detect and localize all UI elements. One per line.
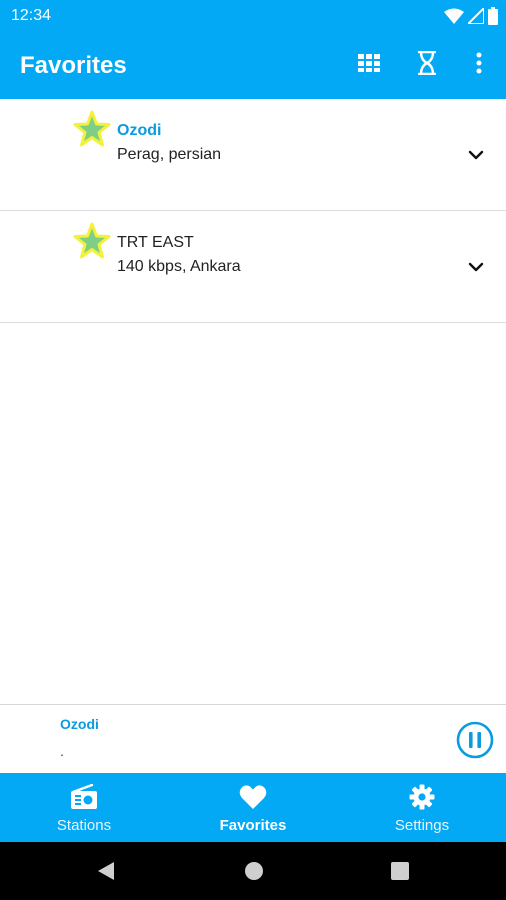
pause-icon xyxy=(456,721,494,759)
pause-button[interactable] xyxy=(456,721,494,759)
back-icon[interactable] xyxy=(94,859,118,883)
signal-icon xyxy=(468,8,484,24)
grid-view-button[interactable] xyxy=(354,50,384,80)
status-icons xyxy=(444,6,498,26)
list-item[interactable]: TRT EAST 140 kbps, Ankara xyxy=(0,211,506,323)
status-time: 12:34 xyxy=(11,7,52,24)
battery-icon xyxy=(488,7,498,25)
bottom-navigation: Stations Favorites Settings xyxy=(0,773,506,842)
list-item[interactable]: Ozodi Perag, persian xyxy=(0,99,506,211)
now-playing-title: Ozodi xyxy=(60,716,99,732)
home-icon[interactable] xyxy=(242,859,266,883)
heart-icon xyxy=(239,783,267,811)
chevron-down-icon[interactable] xyxy=(464,255,488,279)
sleep-timer-icon xyxy=(417,50,437,80)
app-bar: Favorites xyxy=(0,32,506,99)
station-details: 140 kbps, Ankara xyxy=(117,258,241,275)
more-vert-icon xyxy=(476,52,482,79)
radio-icon xyxy=(70,783,98,811)
chevron-down-icon[interactable] xyxy=(464,143,488,167)
sleep-timer-button[interactable] xyxy=(412,50,442,80)
now-playing-bar[interactable]: Ozodi . xyxy=(0,704,506,773)
nav-label: Favorites xyxy=(219,817,287,834)
nav-settings[interactable]: Settings xyxy=(338,773,506,842)
more-options-button[interactable] xyxy=(464,50,494,80)
nav-label: Settings xyxy=(394,817,450,834)
station-name: Ozodi xyxy=(117,122,162,139)
nav-label: Stations xyxy=(56,817,112,834)
nav-favorites[interactable]: Favorites xyxy=(169,773,337,842)
now-playing-subtitle: . xyxy=(60,743,64,759)
status-bar: 12:34 xyxy=(0,0,506,32)
favorite-star-icon[interactable] xyxy=(73,110,111,148)
nav-stations[interactable]: Stations xyxy=(0,773,168,842)
grid-view-icon xyxy=(358,53,380,77)
page-title: Favorites xyxy=(20,52,127,79)
gear-icon xyxy=(409,783,435,811)
station-details: Perag, persian xyxy=(117,146,222,163)
system-navigation-bar xyxy=(0,842,506,900)
favorite-star-icon[interactable] xyxy=(73,222,111,260)
recents-icon[interactable] xyxy=(388,859,412,883)
station-name: TRT EAST xyxy=(117,234,194,251)
wifi-icon xyxy=(444,8,464,24)
